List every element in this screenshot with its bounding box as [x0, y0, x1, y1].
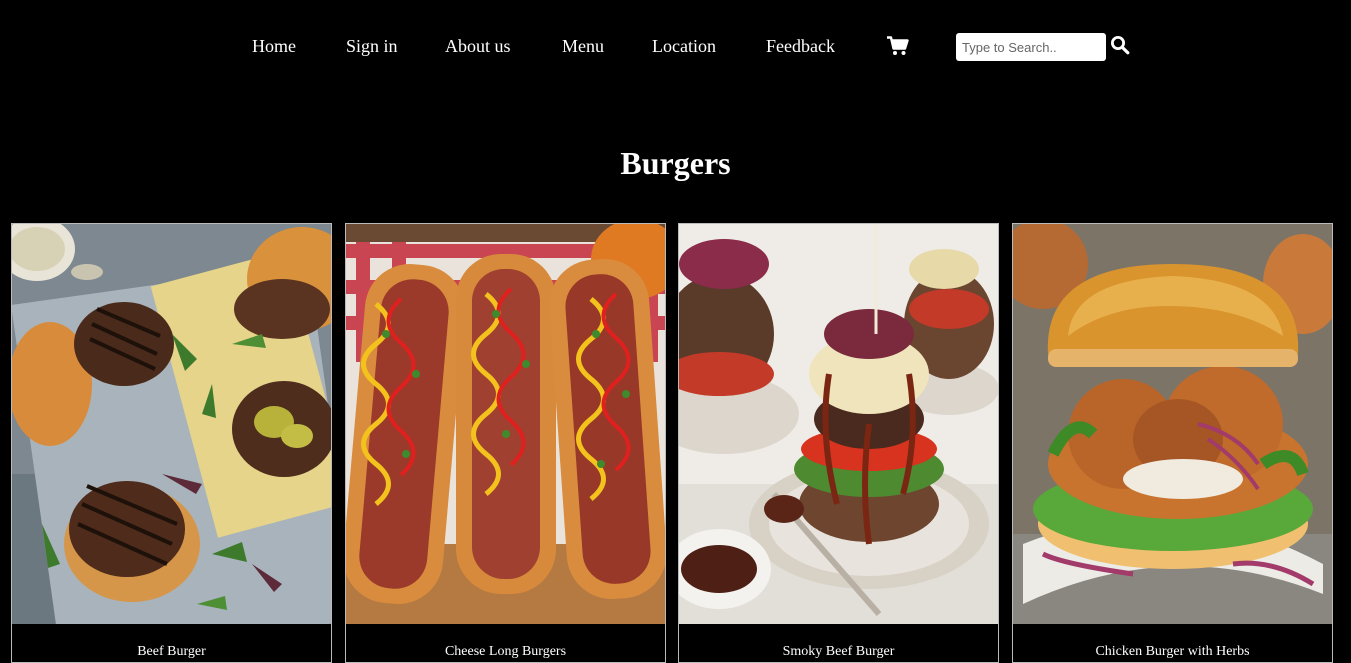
nav-link-feedback[interactable]: Feedback	[766, 35, 835, 57]
product-card-beef-burger[interactable]: Beef Burger	[11, 223, 332, 663]
product-name: Chicken Burger with Herbs	[1095, 644, 1250, 659]
cheese-long-burgers-image	[346, 224, 665, 624]
nav-link-about-us[interactable]: About us	[445, 35, 511, 57]
page-heading: Burgers	[620, 145, 731, 181]
product-name: Cheese Long Burgers	[444, 644, 567, 659]
product-card-cheese-long-burgers[interactable]: Cheese Long Burgers	[345, 223, 666, 663]
search-input[interactable]	[956, 33, 1106, 61]
chicken-burger-image	[1013, 224, 1332, 624]
nav-link-location[interactable]: Location	[652, 35, 716, 57]
search-icon[interactable]	[1110, 35, 1130, 55]
smoky-beef-burger-image	[679, 224, 998, 624]
top-navigation: Home Sign in About us Menu Location Feed…	[0, 0, 1351, 92]
product-card-smoky-beef-burger[interactable]: Smoky Beef Burger	[678, 223, 999, 663]
beef-burger-image	[12, 224, 331, 624]
nav-link-home[interactable]: Home	[252, 35, 296, 57]
nav-link-menu[interactable]: Menu	[562, 35, 604, 57]
cart-icon[interactable]	[887, 36, 909, 56]
product-name: Beef Burger	[137, 644, 206, 659]
product-card-chicken-burger-with-herbs[interactable]: Chicken Burger with Herbs	[1012, 223, 1333, 663]
product-name: Smoky Beef Burger	[782, 644, 895, 659]
nav-link-sign-in[interactable]: Sign in	[346, 35, 398, 57]
